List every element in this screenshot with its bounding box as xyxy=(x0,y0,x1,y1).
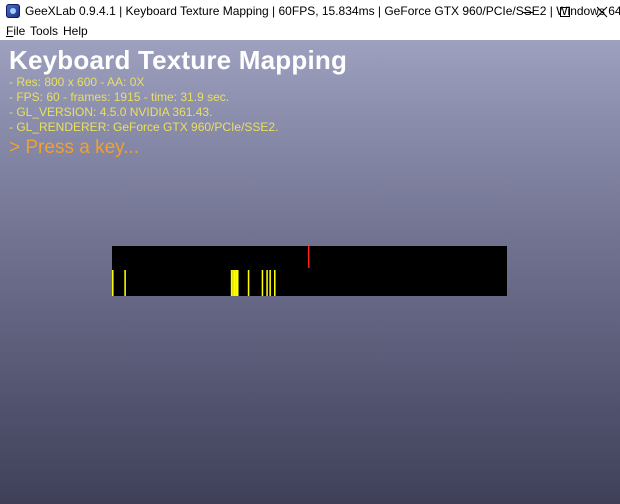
key-stripe xyxy=(269,270,271,296)
key-stripe xyxy=(247,270,250,296)
close-icon xyxy=(596,6,607,17)
key-stripe xyxy=(112,270,114,296)
render-viewport[interactable]: Keyboard Texture Mapping - Res: 800 x 60… xyxy=(0,40,620,504)
key-stripe xyxy=(230,270,233,296)
hud-gl-version-line: - GL_VERSION: 4.5.0 NVIDIA 361.43. xyxy=(9,105,213,119)
key-stripe xyxy=(266,270,268,296)
key-stripe xyxy=(261,270,264,296)
menu-tools[interactable]: Tools xyxy=(30,24,58,38)
key-stripe xyxy=(236,270,239,296)
key-stripe xyxy=(274,270,276,296)
app-window: GeeXLab 0.9.4.1 | Keyboard Texture Mappi… xyxy=(0,0,620,504)
key-stripe xyxy=(124,270,126,296)
hud-title: Keyboard Texture Mapping xyxy=(9,45,348,75)
keyboard-texture-canvas xyxy=(112,246,310,296)
hud-prompt: > Press a key... xyxy=(9,137,140,158)
maximize-icon xyxy=(559,6,570,17)
keyboard-texture xyxy=(112,246,507,296)
current-key-marker xyxy=(307,246,310,268)
hud-gl-renderer-line: - GL_RENDERER: GeForce GTX 960/PCIe/SSE2… xyxy=(9,120,279,134)
menu-help[interactable]: Help xyxy=(63,24,88,38)
hud-fps-line: - FPS: 60 - frames: 1915 - time: 31.9 se… xyxy=(9,90,230,104)
hud-res-line: - Res: 800 x 600 - AA: 0X xyxy=(9,75,145,89)
key-stripe xyxy=(233,270,236,296)
close-button[interactable] xyxy=(583,0,620,23)
menu-file-label: ile xyxy=(13,24,26,38)
maximize-button[interactable] xyxy=(546,0,583,23)
minimize-button[interactable] xyxy=(509,0,546,23)
key-stripe xyxy=(235,270,237,296)
title-bar[interactable]: GeeXLab 0.9.4.1 | Keyboard Texture Mappi… xyxy=(0,0,620,23)
menu-tools-label: Tools xyxy=(30,24,59,38)
minimize-icon xyxy=(522,11,533,13)
geexlab-app-icon[interactable] xyxy=(6,4,20,18)
window-controls xyxy=(509,0,620,23)
menu-bar: File Tools Help xyxy=(0,23,620,40)
key-stripe xyxy=(232,270,234,296)
menu-help-label: Help xyxy=(63,24,88,38)
menu-file[interactable]: File xyxy=(6,24,25,38)
